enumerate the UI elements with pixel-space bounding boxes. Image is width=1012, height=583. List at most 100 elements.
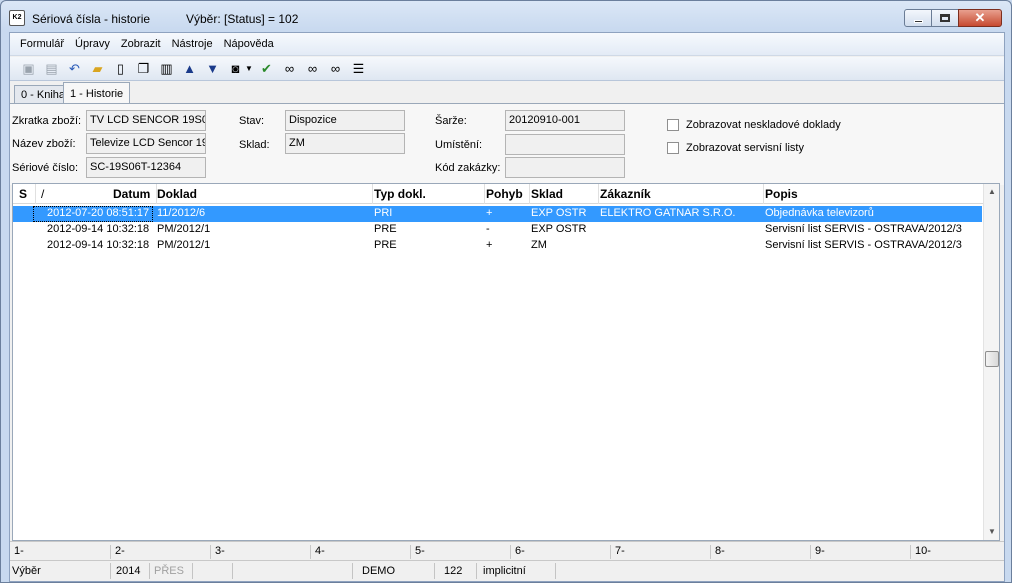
table-row[interactable]: 2012-09-14 10:32:18 PM/2012/1 PRE - EXP …: [13, 222, 982, 238]
dropdown-icon[interactable]: ▼: [244, 60, 254, 78]
scroll-down-icon[interactable]: ▼: [984, 524, 1000, 540]
cell-sklad: ZM: [531, 239, 547, 251]
cell-sklad: EXP OSTR: [531, 223, 587, 235]
seriove-field[interactable]: SC-19S06T-12364: [86, 157, 206, 178]
table-row[interactable]: 2012-09-14 10:32:18 PM/2012/1 PRE + ZM S…: [13, 238, 982, 254]
sarze-field[interactable]: 20120910-001: [505, 110, 625, 131]
window-controls: ✕: [904, 9, 1002, 27]
menu-zobrazit[interactable]: Zobrazit: [121, 38, 161, 50]
menu-bar: Formulář Úpravy Zobrazit Nástroje Nápově…: [10, 33, 1004, 56]
binoculars-next-icon[interactable]: ∞: [302, 60, 323, 78]
servisni-checkbox[interactable]: [667, 142, 679, 154]
scroll-thumb[interactable]: [985, 351, 999, 367]
fkey-5[interactable]: 5-: [410, 545, 425, 559]
fkey-3[interactable]: 3-: [210, 545, 225, 559]
menu-formular[interactable]: Formulář: [20, 38, 64, 50]
tab-strip: 0 - Kniha 1 - Historie: [10, 82, 1004, 104]
stav-field[interactable]: Dispozice: [285, 110, 405, 131]
arrow-down-icon[interactable]: ▼: [202, 60, 223, 78]
status-vyber: Výběr: [12, 565, 41, 577]
servisni-label: Zobrazovat servisní listy: [686, 142, 804, 154]
cell-datum: 2012-09-14 10:32:18: [47, 223, 150, 235]
window-selection-filter: Výběr: [Status] = 102: [186, 12, 299, 26]
filter-icon[interactable]: ✔: [256, 60, 277, 78]
cell-typ: PRI: [374, 207, 393, 219]
copy-icon[interactable]: ❐: [133, 60, 154, 78]
binoculars-prev-icon[interactable]: ∞: [325, 60, 346, 78]
kod-label: Kód zakázky:: [435, 162, 501, 174]
detail-form: Zkratka zboží: TV LCD SENCOR 19S06T Náze…: [10, 103, 1004, 185]
list-icon[interactable]: ☰: [348, 60, 369, 78]
fkey-8[interactable]: 8-: [710, 545, 725, 559]
fkey-4[interactable]: 4-: [310, 545, 325, 559]
binoculars-icon[interactable]: ∞: [279, 60, 300, 78]
col-popis-header[interactable]: Popis: [765, 187, 798, 201]
zkratka-field[interactable]: TV LCD SENCOR 19S06T: [86, 110, 206, 131]
cell-popis: Objednávka televizorů: [765, 207, 874, 219]
maximize-icon: [940, 14, 950, 22]
cell-popis: Servisní list SERVIS - OSTRAVA/2012/3: [765, 223, 962, 235]
maximize-button[interactable]: [931, 9, 959, 27]
col-typ-header[interactable]: Typ dokl.: [374, 187, 426, 201]
cell-typ: PRE: [374, 223, 397, 235]
status-year: 2014: [116, 565, 141, 577]
history-grid: S / Datum Doklad Typ dokl. Pohyb Sklad Z…: [12, 183, 1000, 541]
cell-pohyb: -: [486, 223, 490, 235]
fkey-7[interactable]: 7-: [610, 545, 625, 559]
main-window: K2 Sériová čísla - historie Výběr: [Stat…: [0, 0, 1012, 583]
col-doklad-header[interactable]: Doklad: [157, 187, 197, 201]
window-title: Sériová čísla - historie: [32, 12, 151, 26]
fkey-9[interactable]: 9-: [810, 545, 825, 559]
fkey-6[interactable]: 6-: [510, 545, 525, 559]
close-icon: ✕: [974, 10, 986, 25]
title-bar[interactable]: K2 Sériová čísla - historie Výběr: [Stat…: [1, 1, 1011, 33]
cell-doklad: PM/2012/1: [157, 223, 211, 235]
umisteni-label: Umístění:: [435, 139, 483, 151]
col-s-header[interactable]: S: [19, 187, 27, 201]
col-sort-header[interactable]: /: [41, 187, 44, 201]
cell-doklad: 11/2012/6: [157, 207, 206, 219]
arrow-up-icon[interactable]: ▲: [179, 60, 200, 78]
open-folder-icon[interactable]: ▰: [87, 60, 108, 78]
status-database: DEMO: [362, 565, 395, 577]
minimize-icon: [913, 19, 923, 23]
status-pres: PŘES: [154, 565, 184, 577]
save-all-icon[interactable]: ▤: [41, 60, 62, 78]
col-pohyb-header[interactable]: Pohyb: [486, 187, 523, 201]
table-row[interactable]: 2012-07-20 08:51:17 11/2012/6 PRI + EXP …: [13, 206, 982, 222]
cell-typ: PRE: [374, 239, 397, 251]
kod-field[interactable]: [505, 157, 625, 178]
col-datum-header[interactable]: Datum: [113, 187, 150, 201]
paste-icon[interactable]: ▥: [156, 60, 177, 78]
save-icon[interactable]: ▣: [18, 60, 39, 78]
col-zakaznik-header[interactable]: Zákazník: [600, 187, 651, 201]
menu-napoveda[interactable]: Nápověda: [224, 38, 274, 50]
col-sklad-header[interactable]: Sklad: [531, 187, 563, 201]
close-button[interactable]: ✕: [958, 9, 1002, 27]
menu-nastroje[interactable]: Nástroje: [172, 38, 213, 50]
fkey-10[interactable]: 10-: [910, 545, 931, 559]
new-document-icon[interactable]: ▯: [110, 60, 131, 78]
neskladove-checkbox[interactable]: [667, 119, 679, 131]
fkey-2[interactable]: 2-: [110, 545, 125, 559]
nazev-field[interactable]: Televize LCD Sencor 19S: [86, 133, 206, 154]
fkey-1[interactable]: 1-: [10, 545, 24, 559]
umisteni-field[interactable]: [505, 134, 625, 155]
undo-icon[interactable]: ↶: [64, 60, 85, 78]
cell-popis: Servisní list SERVIS - OSTRAVA/2012/3: [765, 239, 962, 251]
vertical-scrollbar[interactable]: ▲ ▼: [983, 184, 999, 540]
seriove-label: Sériové číslo:: [12, 162, 79, 174]
status-number: 122: [444, 565, 463, 577]
cell-datum: 2012-09-14 10:32:18: [47, 239, 150, 251]
menu-upravy[interactable]: Úpravy: [75, 38, 110, 50]
zkratka-label: Zkratka zboží:: [12, 115, 82, 127]
cell-doklad: PM/2012/1: [157, 239, 211, 251]
sarze-label: Šarže:: [435, 115, 467, 127]
camera-icon[interactable]: ◙: [225, 60, 246, 78]
sklad-field[interactable]: ZM: [285, 133, 405, 154]
minimize-button[interactable]: [904, 9, 932, 27]
stav-label: Stav:: [239, 115, 265, 127]
sklad-label: Sklad:: [239, 139, 270, 151]
tab-historie[interactable]: 1 - Historie: [63, 82, 131, 104]
scroll-up-icon[interactable]: ▲: [984, 184, 1000, 200]
